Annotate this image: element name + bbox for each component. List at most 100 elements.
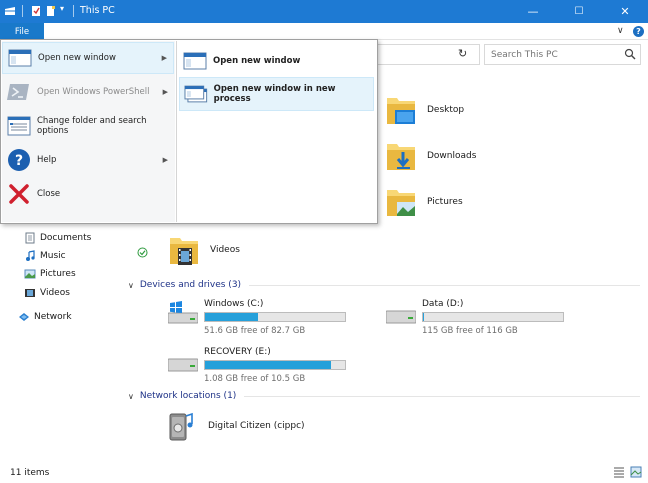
nav-item-videos[interactable]: Videos bbox=[24, 285, 70, 301]
windows-drive-icon bbox=[168, 301, 198, 324]
minimize-button[interactable]: — bbox=[510, 0, 556, 23]
large-icons-view-icon[interactable] bbox=[630, 466, 642, 478]
nav-item-network[interactable]: Network bbox=[18, 309, 72, 325]
nav-item-label: Pictures bbox=[40, 269, 76, 279]
drive-usage-fill bbox=[205, 313, 258, 321]
folder-label: Downloads bbox=[427, 151, 477, 161]
drive-usage-bar bbox=[204, 360, 346, 370]
drive-free-space: 115 GB free of 116 GB bbox=[422, 326, 518, 336]
submenu-arrow-icon: ▶ bbox=[161, 54, 167, 62]
search-icon[interactable] bbox=[624, 48, 636, 60]
drive-free-space: 1.08 GB free of 10.5 GB bbox=[204, 374, 306, 384]
nav-item-label: Videos bbox=[40, 288, 70, 298]
drive-name: Data (D:) bbox=[422, 299, 464, 309]
ribbon-collapse-icon[interactable]: ∨ bbox=[617, 26, 624, 36]
section-devices-and-drives[interactable]: ∨ Devices and drives (3) bbox=[128, 280, 640, 290]
menu-item-close[interactable]: Close bbox=[2, 178, 174, 210]
drive-data-d[interactable]: Data (D:) 115 GB free of 116 GB bbox=[386, 299, 576, 339]
drive-usage-bar bbox=[422, 312, 564, 322]
folder-label: Pictures bbox=[427, 197, 463, 207]
music-icon bbox=[26, 250, 35, 261]
drive-name: RECOVERY (E:) bbox=[204, 347, 271, 357]
menu-item-label: Open new window bbox=[38, 53, 116, 63]
drive-usage-fill bbox=[423, 313, 425, 321]
network-location-label: Digital Citizen (cippc) bbox=[208, 421, 305, 431]
drive-name: Windows (C:) bbox=[204, 299, 264, 309]
pictures-folder-icon bbox=[387, 190, 415, 216]
nav-item-label: Music bbox=[40, 251, 66, 261]
search-input[interactable] bbox=[484, 44, 641, 65]
maximize-button[interactable]: ☐ bbox=[556, 0, 602, 23]
menu-item-label: Open Windows PowerShell bbox=[37, 87, 150, 97]
submenu-item-open-new-window-new-process[interactable]: Open new window in new process bbox=[179, 77, 374, 111]
status-item-count: 11 items bbox=[10, 468, 50, 478]
chevron-down-icon: ∨ bbox=[128, 280, 134, 290]
submenu-item-label: Open new window bbox=[213, 56, 301, 66]
documents-icon bbox=[25, 232, 35, 244]
section-divider bbox=[244, 395, 640, 397]
svg-text:?: ? bbox=[15, 153, 23, 169]
drive-recovery-e[interactable]: RECOVERY (E:) 1.08 GB free of 10.5 GB bbox=[168, 347, 358, 387]
drive-windows-c[interactable]: Windows (C:) 51.6 GB free of 82.7 GB bbox=[168, 299, 358, 339]
folder-videos[interactable]: Videos bbox=[168, 232, 240, 268]
menu-divider bbox=[176, 41, 177, 222]
nav-item-documents[interactable]: Documents bbox=[24, 230, 91, 246]
menu-item-open-windows-powershell: Open Windows PowerShell ▶ bbox=[2, 76, 174, 108]
file-menu: Open new window ▶ Open Windows PowerShel… bbox=[0, 39, 378, 224]
customize-toolbar-icon[interactable]: ▾ bbox=[60, 4, 72, 16]
help-icon[interactable]: ? bbox=[633, 26, 644, 37]
title-bar: ▾ This PC — ☐ ✕ bbox=[0, 0, 648, 23]
quick-access-separator bbox=[22, 5, 23, 17]
drive-free-space: 51.6 GB free of 82.7 GB bbox=[204, 326, 306, 336]
new-folder-icon[interactable] bbox=[45, 5, 57, 17]
file-explorer-icon[interactable] bbox=[4, 5, 16, 17]
menu-item-help[interactable]: ? Help ▶ bbox=[2, 144, 174, 176]
tab-file[interactable]: File bbox=[0, 23, 44, 40]
close-x-icon bbox=[7, 182, 31, 206]
nav-item-pictures[interactable]: Pictures bbox=[24, 266, 76, 282]
properties-icon[interactable] bbox=[30, 5, 42, 17]
window-process-icon bbox=[184, 85, 208, 103]
folder-label: Videos bbox=[210, 245, 240, 255]
menu-item-open-new-window[interactable]: Open new window ▶ bbox=[2, 42, 174, 74]
sync-check-icon bbox=[137, 247, 148, 258]
downloads-folder-icon bbox=[387, 144, 415, 170]
videos-folder-icon bbox=[170, 238, 198, 265]
ribbon-tab-row: File ∨ ? bbox=[0, 23, 648, 40]
submenu-item-label: Open new window in new process bbox=[213, 84, 336, 104]
pictures-icon bbox=[24, 269, 36, 279]
title-separator bbox=[73, 5, 74, 17]
media-server-icon bbox=[169, 412, 193, 441]
folder-options-icon bbox=[7, 114, 31, 138]
help-icon: ? bbox=[7, 148, 31, 172]
section-network-locations[interactable]: ∨ Network locations (1) bbox=[128, 391, 640, 401]
network-icon bbox=[19, 313, 29, 321]
refresh-icon[interactable]: ↻ bbox=[458, 47, 467, 60]
window-title: This PC bbox=[80, 5, 115, 16]
folder-pictures[interactable]: Pictures bbox=[385, 184, 463, 220]
drive-icon bbox=[386, 310, 416, 324]
close-button[interactable]: ✕ bbox=[602, 0, 648, 23]
submenu-arrow-icon: ▶ bbox=[162, 88, 168, 96]
folder-downloads[interactable]: Downloads bbox=[385, 138, 476, 174]
section-title: Devices and drives (3) bbox=[139, 280, 242, 290]
menu-item-label: Change folder and search options bbox=[37, 116, 147, 136]
section-divider bbox=[249, 284, 640, 286]
submenu-item-open-new-window[interactable]: Open new window bbox=[179, 44, 374, 78]
submenu-arrow-icon: ▶ bbox=[162, 156, 168, 164]
chevron-down-icon: ∨ bbox=[128, 391, 134, 401]
network-location-digital-citizen[interactable]: Digital Citizen (cippc) bbox=[166, 408, 305, 444]
drive-usage-fill bbox=[205, 361, 331, 369]
details-view-icon[interactable] bbox=[613, 466, 625, 478]
menu-item-change-folder-options[interactable]: Change folder and search options bbox=[2, 110, 174, 142]
menu-item-label: Help bbox=[37, 155, 57, 165]
menu-item-label: Close bbox=[37, 189, 61, 199]
nav-item-label: Documents bbox=[40, 233, 92, 243]
videos-icon bbox=[25, 289, 35, 297]
nav-item-music[interactable]: Music bbox=[24, 248, 66, 264]
drive-usage-bar bbox=[204, 312, 346, 322]
desktop-folder-icon bbox=[387, 98, 415, 124]
powershell-icon bbox=[7, 80, 31, 104]
nav-item-label: Network bbox=[34, 312, 72, 322]
folder-desktop[interactable]: Desktop bbox=[385, 92, 464, 128]
